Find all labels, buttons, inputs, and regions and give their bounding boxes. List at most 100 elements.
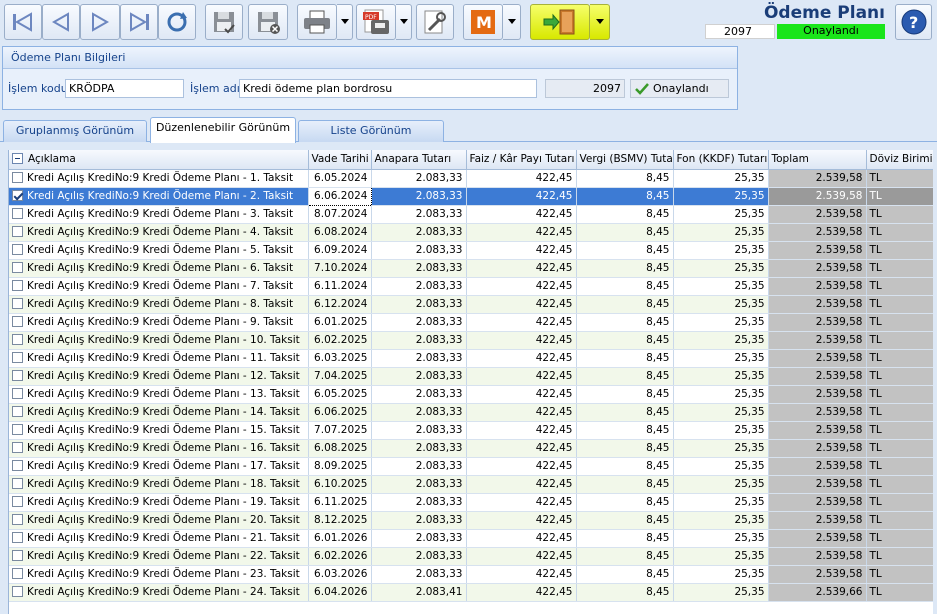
select-all-checkbox[interactable] xyxy=(12,153,23,165)
cell-interest[interactable]: 422,45 xyxy=(466,493,577,512)
cell-total[interactable]: 2.539,58 xyxy=(768,313,867,332)
cell-total[interactable]: 2.539,58 xyxy=(768,331,867,350)
cell-interest[interactable]: 422,45 xyxy=(466,331,577,350)
cell-description[interactable]: Kredi Açılış KrediNo:9 Kredi Ödeme Planı… xyxy=(9,547,309,566)
row-checkbox[interactable] xyxy=(12,208,23,219)
cell-due-date[interactable]: 6.08.2025 xyxy=(308,439,372,458)
cell-due-date[interactable]: 6.05.2024 xyxy=(308,169,372,188)
cell-tax[interactable]: 8,45 xyxy=(576,493,674,512)
cell-interest[interactable]: 422,45 xyxy=(466,439,577,458)
cell-description[interactable]: Kredi Açılış KrediNo:9 Kredi Ödeme Planı… xyxy=(9,529,309,548)
cell-fund[interactable]: 25,35 xyxy=(673,511,769,530)
cell-principal[interactable]: 2.083,33 xyxy=(371,295,467,314)
cell-tax[interactable]: 8,45 xyxy=(576,205,674,224)
cell-fund[interactable]: 25,35 xyxy=(673,475,769,494)
cell-fund[interactable]: 25,35 xyxy=(673,169,769,188)
row-checkbox[interactable] xyxy=(12,460,23,471)
cell-total[interactable]: 2.539,58 xyxy=(768,277,867,296)
cell-tax[interactable]: 8,45 xyxy=(576,331,674,350)
row-checkbox[interactable] xyxy=(12,316,23,327)
row-checkbox[interactable] xyxy=(12,586,23,597)
cell-fund[interactable]: 25,35 xyxy=(673,403,769,422)
cell-currency[interactable]: TL xyxy=(866,565,933,584)
cell-description[interactable]: Kredi Açılış KrediNo:9 Kredi Ödeme Planı… xyxy=(9,241,309,260)
cell-due-date[interactable]: 6.11.2024 xyxy=(308,277,372,296)
cell-interest[interactable]: 422,45 xyxy=(466,529,577,548)
m-button[interactable]: M xyxy=(463,4,503,40)
table-row[interactable]: Kredi Açılış KrediNo:9 Kredi Ödeme Planı… xyxy=(9,205,933,224)
cell-due-date[interactable]: 7.07.2025 xyxy=(308,421,372,440)
cell-fund[interactable]: 25,35 xyxy=(673,457,769,476)
cell-interest[interactable]: 422,45 xyxy=(466,187,577,206)
cell-fund[interactable]: 25,35 xyxy=(673,547,769,566)
cell-due-date[interactable]: 6.11.2025 xyxy=(308,493,372,512)
row-checkbox[interactable] xyxy=(12,424,23,435)
row-checkbox[interactable] xyxy=(12,496,23,507)
cell-principal[interactable]: 2.083,33 xyxy=(371,421,467,440)
cell-tax[interactable]: 8,45 xyxy=(576,295,674,314)
cell-fund[interactable]: 25,35 xyxy=(673,367,769,386)
cell-currency[interactable]: TL xyxy=(866,169,933,188)
cell-principal[interactable]: 2.083,33 xyxy=(371,259,467,278)
cell-interest[interactable]: 422,45 xyxy=(466,421,577,440)
cell-due-date[interactable]: 6.02.2026 xyxy=(308,547,372,566)
cell-due-date[interactable]: 6.12.2024 xyxy=(308,295,372,314)
cell-total[interactable]: 2.539,58 xyxy=(768,367,867,386)
delete-save-button[interactable] xyxy=(248,4,288,40)
cell-total[interactable]: 2.539,58 xyxy=(768,511,867,530)
table-row[interactable]: Kredi Açılış KrediNo:9 Kredi Ödeme Planı… xyxy=(9,313,933,332)
cell-interest[interactable]: 422,45 xyxy=(466,241,577,260)
cell-due-date[interactable]: 6.10.2025 xyxy=(308,475,372,494)
cell-principal[interactable]: 2.083,33 xyxy=(371,385,467,404)
cell-interest[interactable]: 422,45 xyxy=(466,205,577,224)
cell-currency[interactable]: TL xyxy=(866,331,933,350)
cell-currency[interactable]: TL xyxy=(866,349,933,368)
cell-total[interactable]: 2.539,58 xyxy=(768,385,867,404)
cell-tax[interactable]: 8,45 xyxy=(576,583,674,602)
cell-description[interactable]: Kredi Açılış KrediNo:9 Kredi Ödeme Planı… xyxy=(9,259,309,278)
table-row[interactable]: Kredi Açılış KrediNo:9 Kredi Ödeme Planı… xyxy=(9,403,933,422)
table-row[interactable]: Kredi Açılış KrediNo:9 Kredi Ödeme Planı… xyxy=(9,331,933,350)
cell-due-date[interactable]: 6.03.2025 xyxy=(308,349,372,368)
cell-interest[interactable]: 422,45 xyxy=(466,511,577,530)
cell-fund[interactable]: 25,35 xyxy=(673,223,769,242)
cell-total[interactable]: 2.539,58 xyxy=(768,295,867,314)
table-row[interactable]: Kredi Açılış KrediNo:9 Kredi Ödeme Planı… xyxy=(9,511,933,530)
cell-principal[interactable]: 2.083,33 xyxy=(371,187,467,206)
cell-due-date[interactable]: 6.05.2025 xyxy=(308,385,372,404)
cell-due-date[interactable]: 6.06.2025 xyxy=(308,403,372,422)
cell-fund[interactable]: 25,35 xyxy=(673,529,769,548)
cell-description[interactable]: Kredi Açılış KrediNo:9 Kredi Ödeme Planı… xyxy=(9,169,309,188)
table-row[interactable]: Kredi Açılış KrediNo:9 Kredi Ödeme Planı… xyxy=(9,493,933,512)
cell-total[interactable]: 2.539,66 xyxy=(768,583,867,602)
row-checkbox[interactable] xyxy=(12,190,23,201)
cell-due-date[interactable]: 8.07.2024 xyxy=(308,205,372,224)
cell-fund[interactable]: 25,35 xyxy=(673,205,769,224)
cell-fund[interactable]: 25,35 xyxy=(673,277,769,296)
column-header-currency[interactable]: Döviz Birimi xyxy=(866,150,933,170)
cell-currency[interactable]: TL xyxy=(866,529,933,548)
column-header-description[interactable]: Açıklama xyxy=(9,150,309,170)
cell-due-date[interactable]: 6.04.2026 xyxy=(308,583,372,602)
cell-tax[interactable]: 8,45 xyxy=(576,439,674,458)
cell-currency[interactable]: TL xyxy=(866,367,933,386)
cell-total[interactable]: 2.539,58 xyxy=(768,493,867,512)
cell-description[interactable]: Kredi Açılış KrediNo:9 Kredi Ödeme Planı… xyxy=(9,439,309,458)
cell-currency[interactable]: TL xyxy=(866,439,933,458)
table-row[interactable]: Kredi Açılış KrediNo:9 Kredi Ödeme Planı… xyxy=(9,439,933,458)
cell-principal[interactable]: 2.083,33 xyxy=(371,439,467,458)
cell-description[interactable]: Kredi Açılış KrediNo:9 Kredi Ödeme Planı… xyxy=(9,565,309,584)
cell-total[interactable]: 2.539,58 xyxy=(768,547,867,566)
cell-currency[interactable]: TL xyxy=(866,403,933,422)
cell-total[interactable]: 2.539,58 xyxy=(768,241,867,260)
exit-button[interactable] xyxy=(530,4,590,40)
cell-description[interactable]: Kredi Açılış KrediNo:9 Kredi Ödeme Planı… xyxy=(9,223,309,242)
cell-due-date[interactable]: 6.02.2025 xyxy=(308,331,372,350)
cell-principal[interactable]: 2.083,33 xyxy=(371,529,467,548)
cell-total[interactable]: 2.539,58 xyxy=(768,421,867,440)
table-row[interactable]: Kredi Açılış KrediNo:9 Kredi Ödeme Planı… xyxy=(9,186,933,206)
cell-interest[interactable]: 422,45 xyxy=(466,169,577,188)
cell-interest[interactable]: 422,45 xyxy=(466,385,577,404)
cell-fund[interactable]: 25,35 xyxy=(673,349,769,368)
cell-due-date[interactable]: 6.01.2025 xyxy=(308,313,372,332)
